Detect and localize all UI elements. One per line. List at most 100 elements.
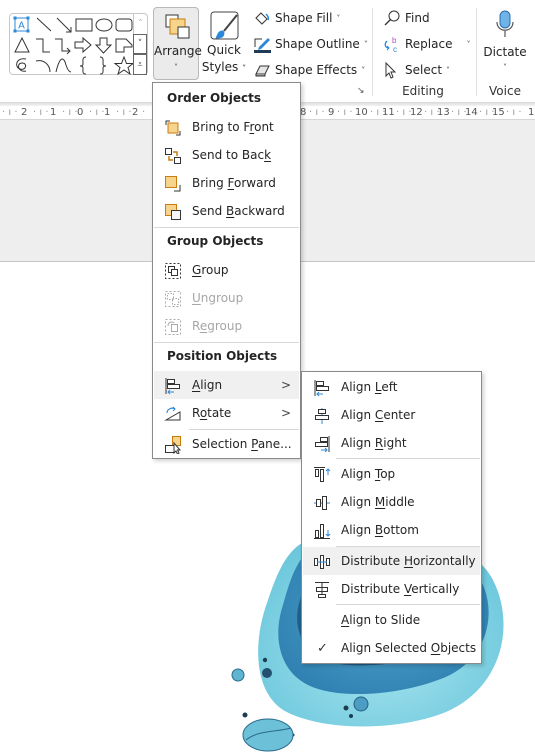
search-icon [384,10,400,26]
align-center-label: Align Center [341,408,416,422]
distribute-horizontally-item[interactable]: Distribute Horizontally [303,547,480,575]
align-icon [165,378,180,395]
shape-effects-button[interactable]: Shape Effects ˅ [253,59,365,81]
arrange-menu: Order Objects Bring to Front Send to Bac… [152,82,301,459]
arrow-shape-icon[interactable] [56,17,72,33]
rectangle-shape-icon[interactable] [75,18,93,32]
line-shape-icon[interactable] [36,17,52,32]
dictate-label: Dictate [483,45,527,59]
gallery-scroll-up-button[interactable]: ˄ [133,14,147,34]
shape-effects-icon [255,65,270,77]
oval-shape-icon[interactable] [95,18,113,32]
elbow-arrow-connector-icon[interactable] [55,38,71,55]
align-to-slide-item[interactable]: Align to Slide [303,606,480,634]
bring-to-front-label: Bring to Front [192,120,274,134]
menu-separator [154,227,299,228]
ruler-tick: 13 [437,107,450,118]
ungroup-icon [165,291,181,307]
checkmark-icon: ✓ [317,640,328,656]
svg-text:b: b [392,36,397,45]
align-center-item[interactable]: Align Center [303,401,480,429]
position-objects-header: Position Objects [167,349,278,363]
replace-button[interactable]: b c Replace ˅ [383,33,470,55]
bring-forward-label: Bring Forward [192,176,276,190]
gallery-scroll-down-button[interactable]: ˅ [133,34,147,54]
align-middle-label: Align Middle [341,495,415,509]
shapes-gallery[interactable]: A ˄ ˅ ⩡ [9,13,148,75]
align-right-item[interactable]: Align Right [303,429,480,457]
rounded-rectangle-shape-icon[interactable] [115,18,133,32]
editing-group-label: Editing [402,84,444,98]
align-top-item[interactable]: Align Top [303,460,480,488]
arc-shape-icon[interactable] [35,60,51,73]
ruler-tick: 10 [355,107,368,118]
align-selected-objects-item[interactable]: ✓ Align Selected Objects [303,634,480,662]
gallery-more-button[interactable]: ⩡ [133,54,147,75]
dictate-button[interactable]: Dictate ˅ [482,8,528,80]
text-box-shape-icon[interactable]: A [13,16,30,33]
group-item[interactable]: Group [154,256,299,284]
quick-styles-label-2: Styles ˅ [201,60,247,74]
star-shape-icon[interactable] [113,55,134,75]
right-brace-icon[interactable] [99,56,107,75]
group-icon [165,263,181,279]
find-button[interactable]: Find [383,7,430,29]
drawing-dialog-launcher-icon[interactable]: ↘ [357,86,367,96]
arrange-icon [165,14,190,39]
menu-separator [336,458,480,459]
select-button[interactable]: Select ˅ [383,59,450,81]
ruler-tick: 15 [492,107,505,118]
distribute-vertically-label: Distribute Vertically [341,582,460,596]
ruler-tick: 14 [465,107,478,118]
left-brace-icon[interactable] [79,56,87,75]
ruler-tick: 1 [104,107,111,118]
align-label: Align [192,378,223,392]
regroup-item: Regroup [154,312,299,340]
align-top-icon [314,467,331,482]
freeform-scribble-icon[interactable] [16,58,27,72]
select-label: Select [405,63,443,77]
distribute-vertically-item[interactable]: Distribute Vertically [303,575,480,603]
bring-forward-item[interactable]: Bring Forward [154,169,299,197]
paint-bucket-icon [255,12,270,25]
bring-to-front-item[interactable]: Bring to Front [154,113,299,141]
align-bottom-label: Align Bottom [341,523,419,537]
align-item[interactable]: Align > [154,371,299,399]
cursor-arrow-icon [385,61,397,79]
chevron-down-icon: ˅ [466,39,471,49]
selection-pane-item[interactable]: Selection Pane... [154,430,299,458]
svg-text:A: A [18,21,25,32]
snip-rectangle-shape-icon[interactable] [115,38,133,53]
elbow-connector-icon[interactable] [36,38,50,53]
shape-outline-button[interactable]: Shape Outline ˅ [253,33,368,55]
align-right-icon [315,436,330,453]
distribute-horizontally-label: Distribute Horizontally [341,554,476,568]
arrange-button[interactable]: Arrange ˅ [153,7,202,80]
triangle-shape-icon[interactable] [14,36,30,53]
right-arrow-shape-icon[interactable] [74,36,92,54]
group-separator [372,8,373,96]
down-arrow-shape-icon[interactable] [94,37,113,54]
send-to-back-item[interactable]: Send to Back [154,141,299,169]
replace-icon: b c [384,36,397,53]
find-label: Find [405,11,430,25]
ruler-tick: 0 [77,107,84,118]
send-backward-label: Send Backward [192,204,285,218]
shape-fill-button[interactable]: Shape Fill ˅ [253,7,340,29]
align-left-icon [314,380,329,397]
bring-to-front-icon [165,120,181,136]
quick-styles-icon [210,11,239,40]
rotate-item[interactable]: Rotate > [154,399,299,427]
submenu-arrow-icon: > [280,406,291,420]
quick-styles-button[interactable]: Quick Styles ˅ [201,7,247,80]
send-to-back-icon [165,148,181,164]
curve-shape-icon[interactable] [55,58,72,73]
align-middle-icon [314,496,330,510]
regroup-label: Regroup [192,319,243,333]
send-backward-item[interactable]: Send Backward [154,197,299,225]
align-bottom-item[interactable]: Align Bottom [303,516,480,544]
align-middle-item[interactable]: Align Middle [303,488,480,516]
align-left-item[interactable]: Align Left [303,373,480,401]
selection-pane-icon [165,436,182,454]
shapes-gallery-grid: A [13,16,134,75]
